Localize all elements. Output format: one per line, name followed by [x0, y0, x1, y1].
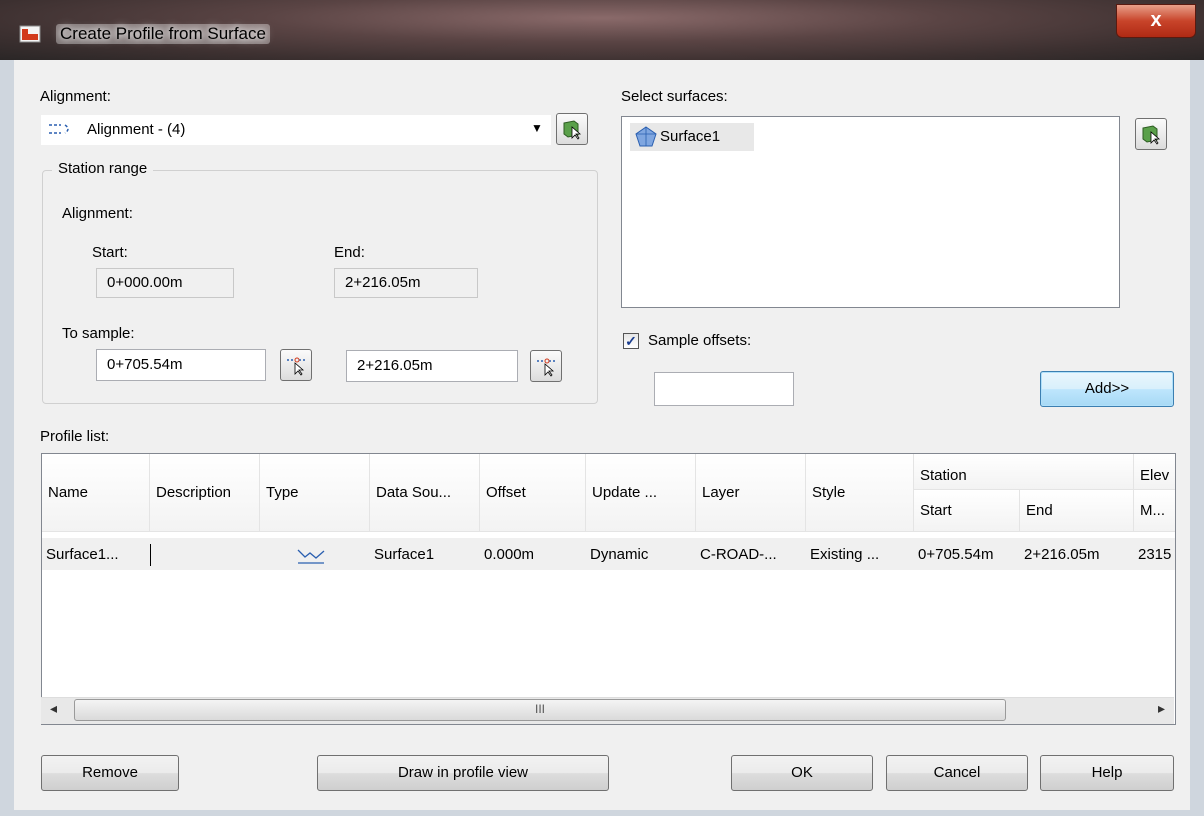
- to-sample-label: To sample:: [62, 325, 135, 342]
- pick-surface-button[interactable]: [1135, 118, 1167, 150]
- cell-style[interactable]: Existing ...: [806, 540, 914, 570]
- alignment-end-value: 2+216.05m: [334, 268, 478, 298]
- scroll-left-arrow-icon[interactable]: ◂: [50, 700, 57, 717]
- column-group-station: Station: [914, 454, 1134, 490]
- start-label: Start:: [92, 244, 128, 261]
- checkmark-icon: ✓: [625, 333, 637, 349]
- close-button[interactable]: x: [1116, 4, 1196, 38]
- cell-station-end: 2+216.05m: [1024, 546, 1100, 563]
- pick-sample-end-button[interactable]: [530, 350, 562, 382]
- end-label: End:: [334, 244, 365, 261]
- select-surfaces-label: Select surfaces:: [621, 88, 728, 105]
- add-button[interactable]: Add>>: [1040, 371, 1174, 407]
- profile-type-icon: [296, 546, 326, 570]
- sample-offsets-checkbox[interactable]: ✓: [623, 333, 639, 349]
- scrollbar-thumb[interactable]: III: [74, 699, 1006, 721]
- app-icon: [18, 22, 42, 46]
- column-header-elevation-min[interactable]: M...: [1134, 490, 1175, 532]
- sample-offsets-input[interactable]: [654, 372, 794, 406]
- surfaces-listbox[interactable]: Surface1: [621, 116, 1120, 308]
- ok-button[interactable]: OK: [731, 755, 873, 791]
- station-alignment-label: Alignment:: [62, 205, 133, 222]
- column-header-station-start[interactable]: Start: [914, 490, 1020, 532]
- chevron-down-icon: ▼: [531, 121, 543, 135]
- column-header-layer[interactable]: Layer: [696, 454, 806, 532]
- cell-description[interactable]: [150, 540, 260, 570]
- sample-offsets-label: Sample offsets:: [648, 332, 752, 349]
- surface-name: Surface1: [660, 128, 721, 145]
- column-header-update-mode[interactable]: Update ...: [586, 454, 696, 532]
- window-title: Create Profile from Surface: [56, 24, 270, 44]
- alignment-icon: [47, 121, 75, 141]
- cell-offset: 0.000m: [484, 546, 535, 563]
- column-header-style[interactable]: Style: [806, 454, 914, 532]
- cell-update-mode[interactable]: Dynamic: [586, 540, 696, 570]
- column-header-description[interactable]: Description: [150, 454, 260, 532]
- alignment-selected: Alignment - (4): [87, 121, 186, 138]
- column-header-type[interactable]: Type: [260, 454, 370, 532]
- alignment-dropdown[interactable]: Alignment - (4) ▼: [40, 114, 552, 146]
- pick-from-drawing-icon: [563, 120, 582, 140]
- column-header-data-source[interactable]: Data Sou...: [370, 454, 480, 532]
- pick-sample-start-button[interactable]: [280, 349, 312, 381]
- pick-alignment-button[interactable]: [556, 113, 588, 145]
- scroll-right-arrow-icon[interactable]: ▸: [1158, 700, 1165, 717]
- station-range-legend: Station range: [52, 160, 154, 177]
- column-header-station-end[interactable]: End: [1020, 490, 1134, 532]
- remove-button[interactable]: Remove: [41, 755, 179, 791]
- sample-start-input[interactable]: 0+705.54m: [96, 349, 266, 381]
- window-frame-left: [0, 60, 14, 816]
- column-header-name[interactable]: Name: [42, 454, 150, 532]
- window-frame-right: [1190, 60, 1204, 816]
- column-header-offset[interactable]: Offset: [480, 454, 586, 532]
- cancel-button[interactable]: Cancel: [886, 755, 1028, 791]
- profile-list-label: Profile list:: [40, 428, 110, 445]
- cell-station-start: 0+705.54m: [918, 546, 994, 563]
- pick-station-icon: [537, 358, 555, 377]
- cell-layer[interactable]: C-ROAD-...: [696, 540, 806, 570]
- pick-station-icon: [287, 357, 305, 376]
- surface-icon: [634, 126, 658, 152]
- cell-data-source: Surface1: [374, 546, 435, 563]
- profile-list-grid[interactable]: Name Description Type Data Sou... Offset…: [41, 453, 1176, 725]
- surface-list-item[interactable]: Surface1: [630, 123, 754, 151]
- window-frame-bottom: [0, 810, 1204, 816]
- alignment-start-value: 0+000.00m: [96, 268, 234, 298]
- pick-from-drawing-icon: [1142, 125, 1161, 145]
- draw-in-profile-view-button[interactable]: Draw in profile view: [317, 755, 609, 791]
- column-group-elevation: Elev: [1134, 454, 1175, 490]
- sample-end-input[interactable]: 2+216.05m: [346, 350, 518, 382]
- cell-elevation-min: 2315: [1138, 546, 1172, 563]
- help-button[interactable]: Help: [1040, 755, 1174, 791]
- alignment-label: Alignment:: [40, 88, 111, 105]
- cell-name: Surface1...: [46, 546, 119, 563]
